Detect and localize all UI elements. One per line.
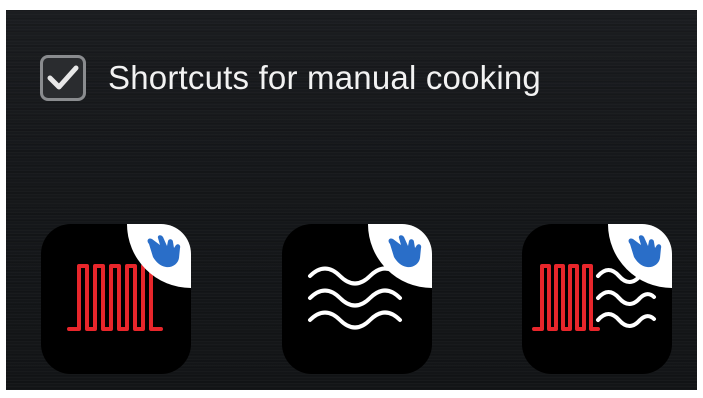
settings-panel: Shortcuts for manual cooking [6, 10, 697, 390]
manual-hand-badge [608, 224, 672, 288]
shortcut-heating-button[interactable] [41, 224, 191, 374]
shortcut-steam-button[interactable] [282, 224, 432, 374]
manual-hand-badge [368, 224, 432, 288]
manual-cooking-checkbox[interactable] [40, 55, 86, 101]
checkmark-icon [47, 65, 79, 90]
shortcut-heating-steam-button[interactable] [522, 224, 672, 374]
manual-cooking-shortcuts-option[interactable]: Shortcuts for manual cooking [40, 54, 541, 102]
manual-cooking-label: Shortcuts for manual cooking [108, 59, 541, 96]
manual-hand-badge [127, 224, 191, 288]
